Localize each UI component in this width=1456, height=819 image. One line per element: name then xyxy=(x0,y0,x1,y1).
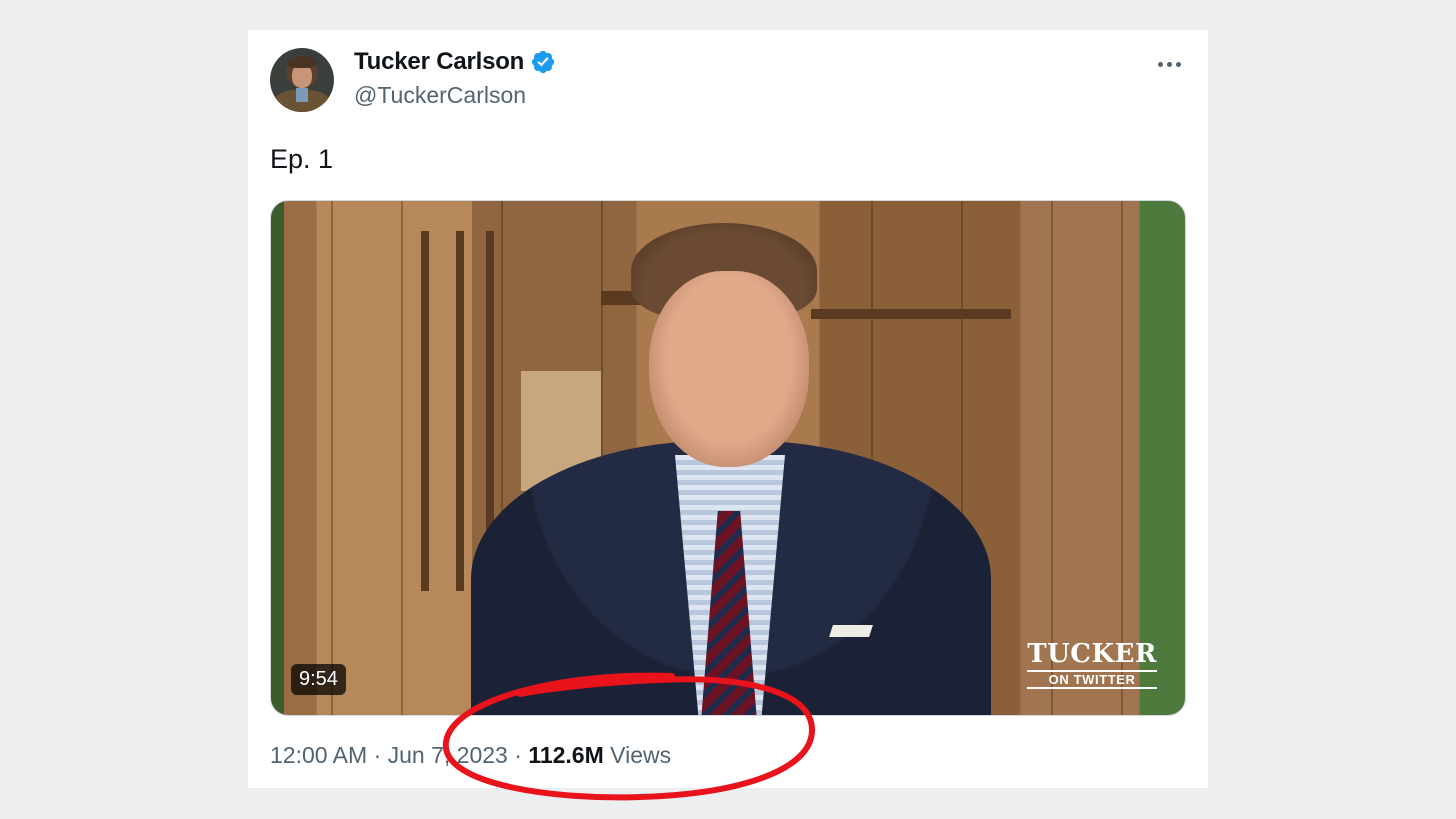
tweet-meta: 12:00 AM · Jun 7, 2023 · 112.6M Views xyxy=(270,742,672,768)
tweet-date[interactable]: Jun 7, 2023 xyxy=(388,742,508,768)
tweet-time[interactable]: 12:00 AM xyxy=(270,742,367,768)
author-handle[interactable]: @TuckerCarlson xyxy=(354,82,526,109)
author-name[interactable]: Tucker Carlson xyxy=(354,48,524,76)
video-player[interactable]: 9:54 TUCKER ON TWITTER xyxy=(270,200,1186,716)
avatar[interactable] xyxy=(270,48,334,112)
video-duration: 9:54 xyxy=(291,664,346,695)
tweet-card: Tucker Carlson @TuckerCarlson Ep. 1 9:54 xyxy=(248,30,1208,788)
more-options-button[interactable] xyxy=(1152,50,1186,78)
more-horizontal-icon xyxy=(1157,61,1163,67)
verified-badge-icon xyxy=(532,50,555,74)
author-row: Tucker Carlson xyxy=(354,48,556,76)
views-label[interactable]: Views xyxy=(610,742,671,768)
tweet-text: Ep. 1 xyxy=(270,144,334,174)
tucker-on-twitter-logo: TUCKER ON TWITTER xyxy=(1027,639,1157,689)
views-count[interactable]: 112.6M xyxy=(528,742,603,768)
